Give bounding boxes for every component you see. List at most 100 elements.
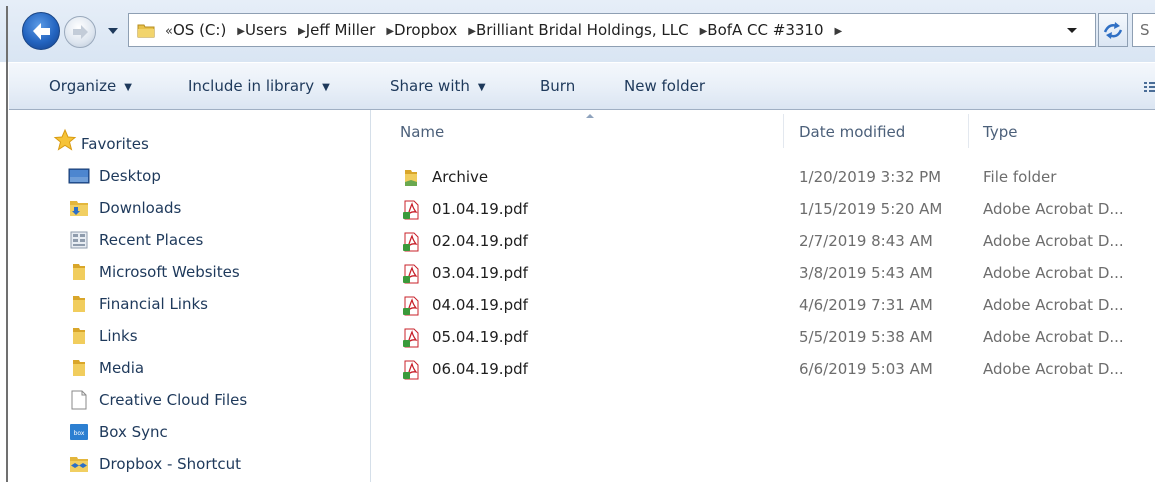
favorites-header[interactable]: Favorites: [81, 132, 149, 156]
change-view-icon[interactable]: [1143, 80, 1155, 94]
share-with-label: Share with: [390, 77, 470, 95]
include-in-library-label: Include in library: [188, 77, 315, 95]
folder-icon: [405, 170, 417, 186]
navigation-pane: Favorites Desktop Downloads Recent Place…: [9, 110, 371, 482]
file-type: Adobe Acrobat D...: [983, 296, 1124, 314]
chevron-right-icon[interactable]: ▶: [386, 26, 394, 37]
file-type: Adobe Acrobat D...: [983, 200, 1124, 218]
column-header-label: Date modified: [799, 123, 906, 141]
breadcrumb-item[interactable]: OS (C:): [173, 21, 226, 39]
nav-item-recent-places[interactable]: Recent Places: [68, 225, 358, 255]
breadcrumb-item[interactable]: Dropbox: [394, 21, 457, 39]
column-header-name[interactable]: Name: [400, 120, 780, 144]
burn-button[interactable]: Burn: [540, 63, 575, 109]
nav-item-label: Microsoft Websites: [99, 263, 240, 281]
chevron-right-icon[interactable]: ▶: [298, 26, 306, 37]
breadcrumb-item[interactable]: Users: [245, 21, 287, 39]
column-header-type[interactable]: Type: [983, 120, 1017, 144]
file-row[interactable]: 06.04.19.pdf 6/6/2019 5:03 AM Adobe Acro…: [371, 353, 1155, 385]
breadcrumb-overflow[interactable]: «: [165, 24, 173, 39]
file-name: Archive: [432, 168, 489, 186]
file-row[interactable]: 03.04.19.pdf 3/8/2019 5:43 AM Adobe Acro…: [371, 257, 1155, 289]
chevron-right-icon[interactable]: ▶: [468, 26, 476, 37]
back-button[interactable]: [22, 12, 60, 50]
file-name: 05.04.19.pdf: [432, 328, 528, 346]
nav-item-downloads[interactable]: Downloads: [68, 193, 358, 223]
chevron-right-icon[interactable]: ▶: [237, 26, 245, 37]
nav-item-financial-links[interactable]: Financial Links: [68, 289, 358, 319]
nav-item-creative-cloud-files[interactable]: Creative Cloud Files: [68, 385, 358, 415]
file-row[interactable]: Archive 1/20/2019 3:32 PM File folder: [371, 161, 1155, 193]
file-name: 06.04.19.pdf: [432, 360, 528, 378]
pdf-icon: [403, 360, 419, 380]
recent-pages-dropdown-icon[interactable]: [106, 26, 120, 36]
nav-item-desktop[interactable]: Desktop: [68, 161, 358, 191]
pdf-icon: [403, 232, 419, 252]
dropbox-icon: [70, 457, 88, 472]
svg-text:box: box: [74, 430, 85, 437]
file-date-modified: 1/20/2019 3:32 PM: [799, 168, 942, 186]
nav-item-label: Financial Links: [99, 295, 208, 313]
file-date-modified: 1/15/2019 5:20 AM: [799, 200, 943, 218]
address-history-dropdown-icon[interactable]: [1061, 14, 1083, 46]
column-header-date-modified[interactable]: Date modified: [799, 120, 905, 144]
breadcrumb-item[interactable]: Brilliant Bridal Holdings, LLC: [476, 21, 689, 39]
chevron-right-icon[interactable]: ▶: [700, 26, 708, 37]
forward-button[interactable]: [64, 16, 96, 48]
organize-button[interactable]: Organize ▼: [49, 63, 132, 109]
nav-item-links[interactable]: Links: [68, 321, 358, 351]
file-row[interactable]: 02.04.19.pdf 2/7/2019 8:43 AM Adobe Acro…: [371, 225, 1155, 257]
pdf-icon: [403, 264, 419, 284]
file-row[interactable]: 05.04.19.pdf 5/5/2019 5:38 AM Adobe Acro…: [371, 321, 1155, 353]
column-header-label: Name: [400, 123, 445, 141]
recent-places-icon: [70, 231, 88, 249]
file-row[interactable]: 01.04.19.pdf 1/15/2019 5:20 AM Adobe Acr…: [371, 193, 1155, 225]
file-type: File folder: [983, 168, 1057, 186]
file-type: Adobe Acrobat D...: [983, 360, 1124, 378]
chevron-down-icon: ▼: [124, 82, 132, 93]
column-divider[interactable]: [968, 114, 969, 148]
window-frame-edge: [6, 6, 8, 482]
file-list: Name Date modified Type Archive 1/20/201…: [371, 110, 1155, 482]
nav-item-dropbox-shortcut[interactable]: Dropbox - Shortcut: [68, 449, 358, 479]
file-type: Adobe Acrobat D...: [983, 328, 1124, 346]
folder-icon: [73, 264, 85, 280]
chevron-right-icon[interactable]: ▶: [835, 26, 843, 37]
refresh-button[interactable]: [1098, 13, 1128, 47]
chevron-down-icon: ▼: [322, 82, 330, 93]
breadcrumb-item[interactable]: BofA CC #3310: [707, 21, 823, 39]
nav-item-microsoft-websites[interactable]: Microsoft Websites: [68, 257, 358, 287]
chevron-down-icon: ▼: [477, 82, 486, 93]
desktop-icon: [68, 168, 90, 184]
nav-item-label: Box Sync: [99, 423, 168, 441]
nav-item-box-sync[interactable]: box Box Sync: [68, 417, 358, 447]
column-divider[interactable]: [783, 114, 784, 148]
nav-item-label: Desktop: [99, 167, 161, 185]
share-with-button[interactable]: Share with ▼: [390, 63, 486, 109]
sort-ascending-icon: [586, 114, 594, 118]
file-name: 01.04.19.pdf: [432, 200, 528, 218]
nav-item-label: Recent Places: [99, 231, 204, 249]
search-input[interactable]: S: [1132, 13, 1155, 47]
new-folder-button[interactable]: New folder: [624, 63, 705, 109]
file-type: Adobe Acrobat D...: [983, 264, 1124, 282]
pdf-icon: [403, 328, 419, 348]
include-in-library-button[interactable]: Include in library ▼: [188, 63, 330, 109]
file-name: 02.04.19.pdf: [432, 232, 528, 250]
nav-item-media[interactable]: Media: [68, 353, 358, 383]
breadcrumb-item[interactable]: Jeff Miller: [306, 21, 376, 39]
pdf-icon: [403, 296, 419, 316]
column-header-label: Type: [983, 123, 1018, 141]
refresh-icon: [1103, 22, 1123, 39]
file-name: 03.04.19.pdf: [432, 264, 528, 282]
downloads-folder-icon: [70, 201, 88, 216]
pdf-icon: [403, 200, 419, 220]
nav-item-label: Downloads: [99, 199, 182, 217]
address-bar[interactable]: «OS (C:) ▶Users ▶Jeff Miller ▶Dropbox ▶Brill…: [128, 13, 1096, 47]
file-row[interactable]: 04.04.19.pdf 4/6/2019 7:31 AM Adobe Acro…: [371, 289, 1155, 321]
folder-icon: [73, 296, 85, 312]
breadcrumb: «OS (C:) ▶Users ▶Jeff Miller ▶Dropbox ▶Brill…: [165, 14, 842, 46]
file-type: Adobe Acrobat D...: [983, 232, 1124, 250]
address-row: «OS (C:) ▶Users ▶Jeff Miller ▶Dropbox ▶Brill…: [0, 0, 1155, 62]
nav-item-label: Media: [99, 359, 145, 377]
